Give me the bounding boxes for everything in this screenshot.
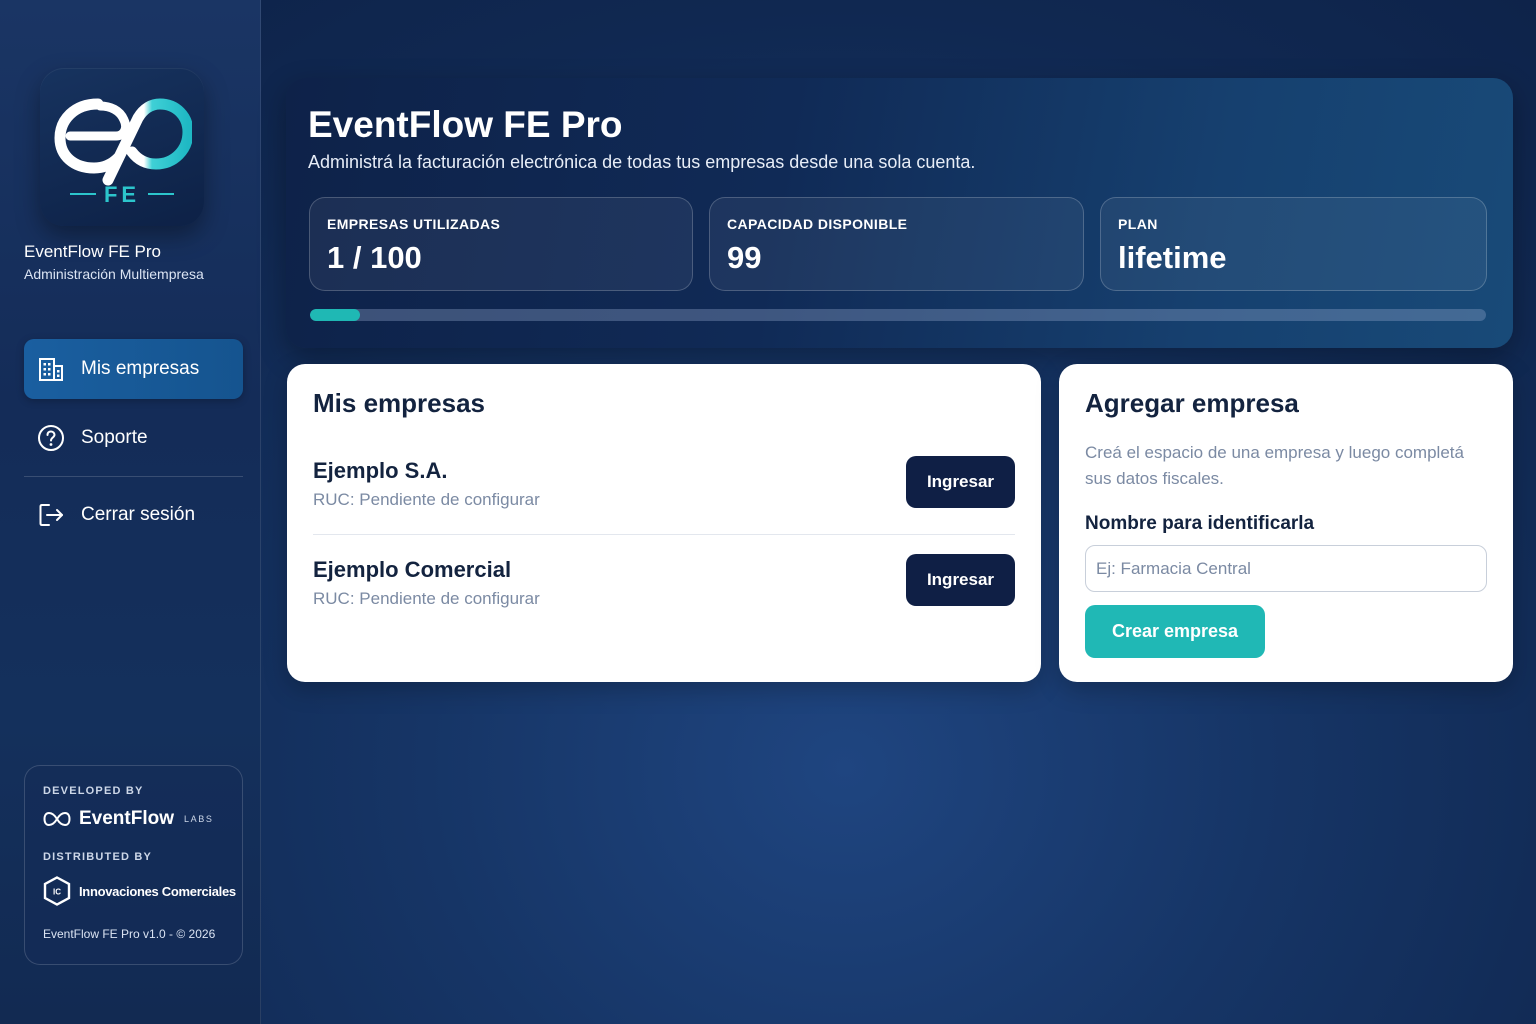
stat-label: PLAN bbox=[1118, 216, 1158, 232]
company-name-label: Nombre para identificarla bbox=[1085, 513, 1315, 534]
add-company-card: Agregar empresa Creá el espacio de una e… bbox=[1059, 364, 1513, 682]
stat-value: 99 bbox=[727, 240, 762, 275]
stat-capacidad-disponible: CAPACIDAD DISPONIBLE 99 bbox=[709, 197, 1084, 291]
stat-value: 1 / 100 bbox=[327, 240, 422, 275]
credits-box: DEVELOPED BY EventFlow LABS DISTRIBUTED … bbox=[24, 765, 243, 965]
nav-label-soporte: Soporte bbox=[81, 427, 148, 448]
innovaciones-comerciales-logo-icon: IC bbox=[43, 876, 71, 906]
companies-card: Mis empresas Ejemplo S.A. RUC: Pendiente… bbox=[287, 364, 1041, 682]
stat-label: EMPRESAS UTILIZADAS bbox=[327, 216, 501, 232]
eventflow-infinity-icon bbox=[43, 811, 71, 827]
distributor-brand: IC Innovaciones Comerciales bbox=[43, 876, 236, 906]
company-ruc: RUC: Pendiente de configurar bbox=[313, 490, 540, 509]
stat-value: lifetime bbox=[1118, 240, 1227, 275]
developer-brand: EventFlow LABS bbox=[43, 808, 213, 830]
ingresar-button[interactable]: Ingresar bbox=[906, 456, 1015, 508]
nav-label-cerrar-sesion: Cerrar sesión bbox=[81, 504, 196, 525]
stat-empresas-utilizadas: EMPRESAS UTILIZADAS 1 / 100 bbox=[309, 197, 693, 291]
developer-name: EventFlow bbox=[79, 808, 175, 829]
ic-logo-text: IC bbox=[53, 888, 61, 897]
usage-progress-bar bbox=[310, 309, 1486, 321]
company-name-input[interactable] bbox=[1085, 545, 1487, 592]
nav-label-mis-empresas: Mis empresas bbox=[81, 358, 200, 379]
list-item: Ejemplo S.A. RUC: Pendiente de configura… bbox=[313, 448, 1015, 548]
app-logo: FE bbox=[40, 68, 204, 226]
ingresar-button[interactable]: Ingresar bbox=[906, 554, 1015, 606]
nav-item-mis-empresas[interactable]: Mis empresas bbox=[24, 339, 243, 399]
stat-label: CAPACIDAD DISPONIBLE bbox=[727, 216, 908, 232]
company-ruc: RUC: Pendiente de configurar bbox=[313, 589, 540, 608]
logout-icon bbox=[39, 504, 63, 526]
help-circle-icon bbox=[38, 425, 64, 451]
add-company-title: Agregar empresa bbox=[1085, 388, 1299, 418]
row-divider bbox=[313, 534, 1015, 535]
building-icon bbox=[39, 358, 63, 381]
eventflow-fe-logo-icon: FE bbox=[54, 98, 192, 207]
nav-divider bbox=[24, 476, 243, 477]
developed-by-caption: DEVELOPED BY bbox=[43, 785, 144, 797]
brand-name: EventFlow FE Pro bbox=[24, 242, 161, 261]
create-company-button[interactable]: Crear empresa bbox=[1085, 605, 1265, 658]
page-title: EventFlow FE Pro bbox=[308, 104, 623, 145]
developer-suffix: LABS bbox=[184, 814, 214, 824]
logo-fe-text: FE bbox=[104, 182, 140, 207]
sidebar: FE EventFlow FE Pro Administración Multi… bbox=[0, 0, 261, 1024]
hero-banner: EventFlow FE Pro Administrá la facturaci… bbox=[286, 78, 1513, 348]
company-name: Ejemplo S.A. bbox=[313, 458, 448, 483]
nav-item-soporte[interactable]: Soporte bbox=[24, 408, 243, 468]
companies-card-title: Mis empresas bbox=[313, 388, 485, 418]
stat-plan: PLAN lifetime bbox=[1100, 197, 1487, 291]
version-text: EventFlow FE Pro v1.0 - © 2026 bbox=[43, 927, 216, 941]
company-name: Ejemplo Comercial bbox=[313, 557, 512, 582]
page-subtitle: Administrá la facturación electrónica de… bbox=[308, 152, 976, 172]
distributor-name: Innovaciones Comerciales bbox=[79, 883, 236, 899]
usage-progress-fill bbox=[310, 309, 360, 321]
nav-item-cerrar-sesion[interactable]: Cerrar sesión bbox=[24, 485, 243, 545]
list-item: Ejemplo Comercial RUC: Pendiente de conf… bbox=[313, 548, 1015, 648]
brand-subtitle: Administración Multiempresa bbox=[24, 266, 204, 282]
add-company-description: Creá el espacio de una empresa y luego c… bbox=[1085, 443, 1464, 488]
distributed-by-caption: DISTRIBUTED BY bbox=[43, 851, 153, 863]
